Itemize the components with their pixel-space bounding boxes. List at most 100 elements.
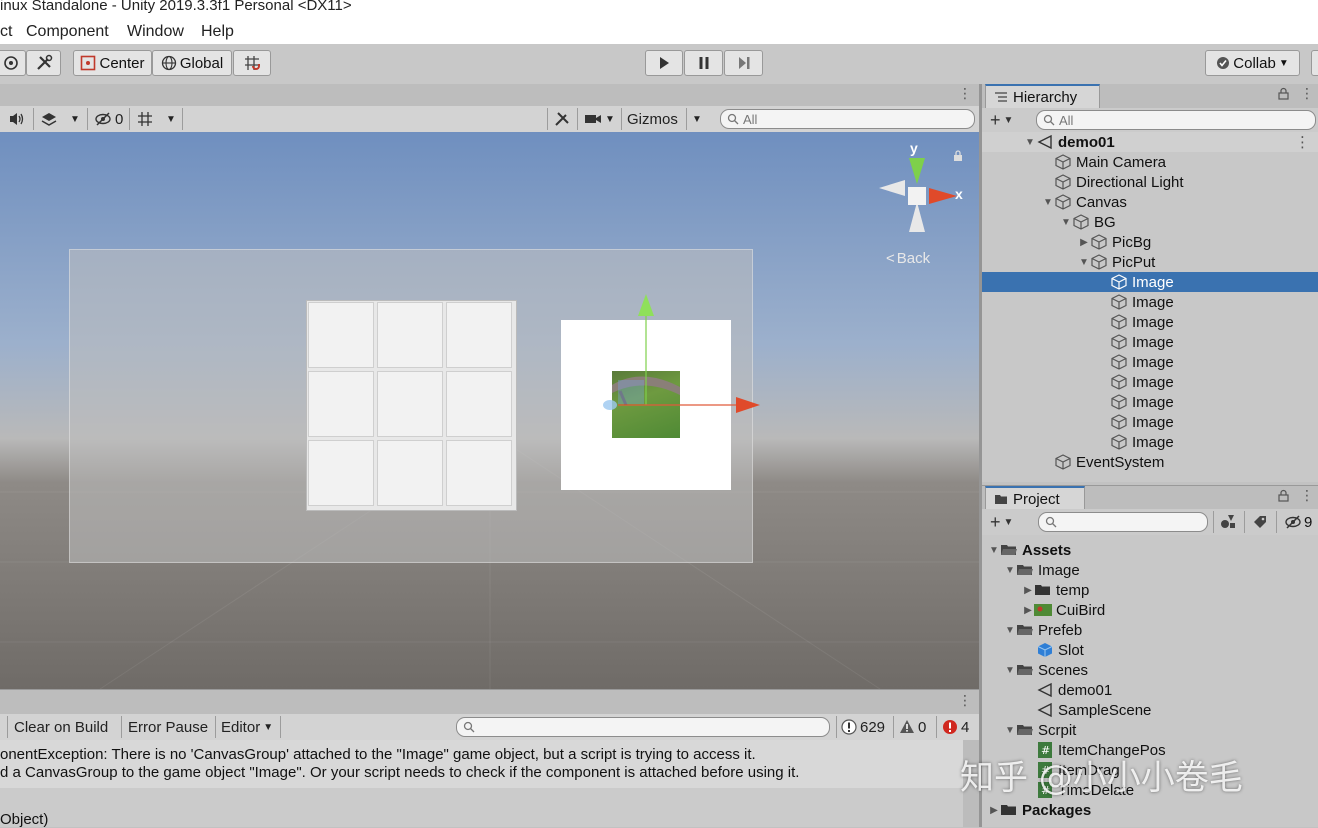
scene-search-input[interactable]: All (720, 109, 975, 129)
scene-viewport[interactable]: y x < Back (0, 132, 979, 689)
effects-toggle[interactable] (40, 106, 58, 132)
grid-slot[interactable] (377, 302, 443, 368)
hierarchy-item-demo01[interactable]: ▼ demo01 ⋮ (982, 132, 1318, 152)
lock-icon[interactable] (1278, 489, 1289, 502)
snap-toggle-button[interactable] (233, 50, 271, 76)
expand-arrow-icon[interactable]: ▼ (988, 545, 1000, 556)
hierarchy-item-directional-light[interactable]: Directional Light (982, 172, 1318, 192)
menu-window[interactable]: Window (127, 23, 184, 41)
grid-slot[interactable] (446, 302, 512, 368)
collapse-arrow-icon[interactable]: ▶ (1078, 237, 1090, 248)
expand-arrow-icon[interactable]: ▼ (1004, 665, 1016, 676)
account-button[interactable] (1311, 50, 1318, 76)
hierarchy-item-bg[interactable]: ▼ BG (982, 212, 1318, 232)
hierarchy-item-picbg[interactable]: ▶ PicBg (982, 232, 1318, 252)
console-search-input[interactable] (456, 717, 830, 737)
hierarchy-item-image[interactable]: Image (982, 372, 1318, 392)
pivot-center-button[interactable]: Center (73, 50, 152, 76)
collab-button[interactable]: Collab ▼ (1205, 50, 1300, 76)
hierarchy-search-input[interactable]: All (1036, 110, 1316, 130)
expand-arrow-icon[interactable]: ▼ (1024, 137, 1036, 148)
hierarchy-item-image[interactable]: Image (982, 412, 1318, 432)
menu-project[interactable]: ct (0, 23, 12, 41)
audio-toggle[interactable] (8, 106, 26, 132)
menu-help[interactable]: Help (201, 23, 234, 41)
picbg-grid[interactable] (306, 300, 517, 511)
project-item-assets[interactable]: ▼ Assets (982, 540, 1318, 560)
clear-on-build-toggle[interactable]: Clear on Build (14, 714, 108, 740)
rotate-tool-button[interactable] (0, 50, 26, 76)
project-item-temp[interactable]: ▶ temp (982, 580, 1318, 600)
gizmos-button[interactable]: Gizmos (627, 106, 678, 132)
project-item-slot[interactable]: Slot (982, 640, 1318, 660)
back-view-button[interactable]: < Back (886, 250, 930, 267)
collapse-arrow-icon[interactable]: ▶ (1022, 605, 1034, 616)
hierarchy-item-image-selected[interactable]: Image (982, 272, 1318, 292)
effects-dropdown[interactable]: ▼ (70, 106, 80, 132)
hierarchy-item-picput[interactable]: ▼ PicPut (982, 252, 1318, 272)
play-button[interactable] (645, 50, 683, 76)
grid-slot[interactable] (446, 371, 512, 437)
custom-tool-button[interactable] (26, 50, 61, 76)
hierarchy-item-image[interactable]: Image (982, 392, 1318, 412)
project-search-input[interactable] (1038, 512, 1208, 532)
grid-slot[interactable] (308, 371, 374, 437)
grid-slot[interactable] (377, 371, 443, 437)
lock-icon[interactable] (1278, 87, 1289, 100)
tab-project[interactable]: Project (985, 486, 1085, 510)
expand-arrow-icon[interactable]: ▼ (1004, 625, 1016, 636)
grid-slot[interactable] (308, 440, 374, 506)
expand-arrow-icon[interactable]: ▼ (1004, 725, 1016, 736)
error-log-toggle[interactable]: 4 (942, 714, 969, 740)
hierarchy-item-main-camera[interactable]: Main Camera (982, 152, 1318, 172)
project-item-scrpit[interactable]: ▼ Scrpit (982, 720, 1318, 740)
project-item-samplescene[interactable]: SampleScene (982, 700, 1318, 720)
grid-dropdown[interactable]: ▼ (166, 106, 176, 132)
step-button[interactable] (724, 50, 763, 76)
project-item-prefeb[interactable]: ▼ Prefeb (982, 620, 1318, 640)
tab-hierarchy[interactable]: Hierarchy (985, 84, 1100, 108)
lock-icon[interactable] (953, 150, 963, 161)
create-button[interactable]: + ▼ (990, 108, 1013, 132)
hierarchy-tree[interactable]: ▼ demo01 ⋮ Main Camera Directional Light… (982, 132, 1318, 482)
project-item-scenes[interactable]: ▼ Scenes (982, 660, 1318, 680)
warning-log-toggle[interactable]: 0 (899, 714, 926, 740)
hierarchy-item-image[interactable]: Image (982, 312, 1318, 332)
hierarchy-item-image[interactable]: Image (982, 292, 1318, 312)
hierarchy-item-canvas[interactable]: ▼ Canvas (982, 192, 1318, 212)
hidden-objects-toggle[interactable]: 0 (94, 106, 123, 132)
gizmos-dropdown[interactable]: ▼ (692, 106, 702, 132)
hierarchy-item-eventsystem[interactable]: EventSystem (982, 452, 1318, 472)
move-gizmo[interactable] (598, 290, 768, 440)
editor-dropdown[interactable]: Editor ▼ (221, 714, 273, 740)
pause-button[interactable] (684, 50, 723, 76)
kebab-menu-icon[interactable]: ⋮ (958, 692, 972, 709)
menu-component[interactable]: Component (26, 23, 109, 41)
hierarchy-item-image[interactable]: Image (982, 332, 1318, 352)
scene-tools-button[interactable] (553, 106, 571, 132)
tag-icon[interactable] (1252, 514, 1268, 530)
camera-settings-button[interactable]: ▼ (584, 106, 615, 132)
kebab-menu-icon[interactable]: ⋮ (1295, 133, 1310, 151)
pivot-global-button[interactable]: Global (152, 50, 232, 76)
kebab-menu-icon[interactable]: ⋮ (1300, 487, 1314, 504)
expand-arrow-icon[interactable]: ▼ (1004, 565, 1016, 576)
kebab-menu-icon[interactable]: ⋮ (958, 85, 972, 102)
expand-arrow-icon[interactable]: ▼ (1042, 197, 1054, 208)
hierarchy-item-image[interactable]: Image (982, 352, 1318, 372)
grid-slot[interactable] (308, 302, 374, 368)
grid-slot[interactable] (377, 440, 443, 506)
console-log-list[interactable]: onentException: There is no 'CanvasGroup… (0, 740, 979, 828)
hidden-packages-toggle[interactable]: 9 (1284, 509, 1312, 535)
info-log-toggle[interactable]: 629 (841, 714, 885, 740)
kebab-menu-icon[interactable]: ⋮ (1300, 85, 1314, 102)
error-pause-toggle[interactable]: Error Pause (128, 714, 208, 740)
expand-arrow-icon[interactable]: ▼ (1060, 217, 1072, 228)
grid-toggle[interactable] (136, 106, 154, 132)
collapse-arrow-icon[interactable]: ▶ (988, 805, 1000, 816)
collapse-arrow-icon[interactable]: ▶ (1022, 585, 1034, 596)
hierarchy-item-image[interactable]: Image (982, 432, 1318, 452)
project-item-image-folder[interactable]: ▼ Image (982, 560, 1318, 580)
create-button[interactable]: + ▼ (990, 509, 1013, 535)
project-item-cuibird[interactable]: ▶ CuiBird (982, 600, 1318, 620)
